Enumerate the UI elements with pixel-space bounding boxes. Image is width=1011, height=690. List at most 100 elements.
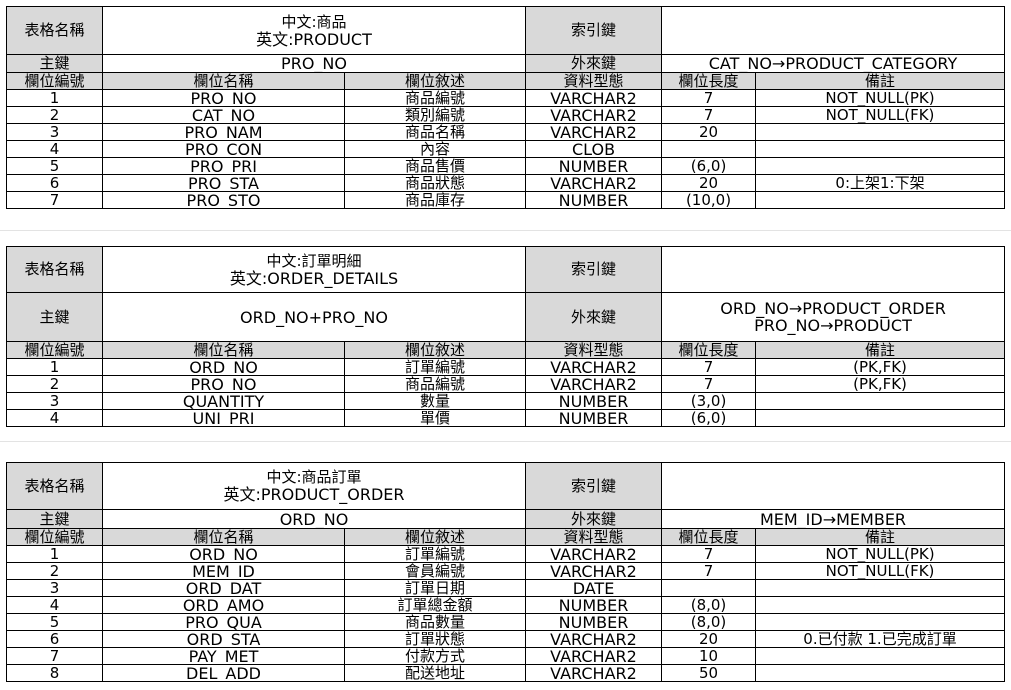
col-desc-header: 欄位敘述 <box>343 72 527 90</box>
table-name-value: 中文:商品訂單 英文:PRODUCT_ORDER <box>102 462 526 510</box>
cell-no: 5 <box>6 157 103 175</box>
cell-no: 1 <box>6 545 103 563</box>
table-row: 5 PRO_QUA 商品數量 NUMBER (8,0) <box>6 613 1005 631</box>
column-header-row: 欄位編號 欄位名稱 欄位敘述 資料型態 欄位長度 備註 <box>6 72 1006 90</box>
cell-type: NUMBER <box>525 191 663 209</box>
col-len-header: 欄位長度 <box>661 72 757 90</box>
cell-desc: 付款方式 <box>344 647 526 665</box>
col-name-header: 欄位名稱 <box>102 72 345 90</box>
cell-no: 4 <box>6 409 103 427</box>
cell-note: NOT_NULL(PK) <box>755 545 1005 563</box>
cell-no: 4 <box>6 140 103 158</box>
table-name-row: 表格名稱 中文:商品訂單 英文:PRODUCT_ORDER 索引鍵 <box>6 462 1005 510</box>
foreign-key-value: MEM_ID→MEMBER <box>661 509 1005 529</box>
cell-note: 0:上架1:下架 <box>755 174 1006 192</box>
cell-type: VARCHAR2 <box>525 630 662 648</box>
cell-name: PRO_STA <box>102 174 345 192</box>
cell-desc: 配送地址 <box>344 664 526 682</box>
cell-desc: 商品編號 <box>343 375 527 393</box>
cell-desc: 訂單日期 <box>344 579 526 597</box>
cell-note <box>755 392 1006 410</box>
table-separator <box>0 230 1011 231</box>
table-name-zh: 中文:商品 <box>281 12 347 31</box>
table-row: 3 ORD_DAT 訂單日期 DATE <box>6 579 1005 597</box>
primary-key-value: PRO_NO <box>101 54 527 73</box>
key-row: 主鍵 ORD_NO 外來鍵 MEM_ID→MEMBER <box>6 509 1005 529</box>
cell-length: (6,0) <box>661 409 757 427</box>
key-row: 主鍵 PRO_NO 外來鍵 CAT_NO→PRODUCT_CATEGORY <box>6 54 1006 73</box>
cell-no: 7 <box>6 647 103 665</box>
cell-desc: 內容 <box>343 140 527 158</box>
table-name-label: 表格名稱 <box>6 246 103 293</box>
col-no-header: 欄位編號 <box>6 341 103 359</box>
cell-note <box>755 409 1006 427</box>
table-name-en: 英文:ORDER_DETAILS <box>229 268 399 288</box>
cell-length: (3,0) <box>661 392 757 410</box>
foreign-key-item: CAT_NO→PRODUCT_CATEGORY <box>708 54 958 73</box>
cell-type: NUMBER <box>525 596 662 614</box>
table-name-zh: 中文:訂單明細 <box>266 251 362 270</box>
cell-no: 6 <box>6 630 103 648</box>
table-separator <box>0 441 1011 442</box>
table-name-zh: 中文:商品訂單 <box>266 468 362 486</box>
cell-type: NUMBER <box>525 392 663 410</box>
cell-note: NOT_NULL(PK) <box>755 89 1006 107</box>
cell-length: 7 <box>661 545 756 563</box>
cell-desc: 商品售價 <box>343 157 527 175</box>
cell-note <box>755 123 1006 141</box>
table-row: 7 PAY_MET 付款方式 VARCHAR2 10 <box>6 647 1005 665</box>
cell-name: QUANTITY <box>102 392 345 410</box>
cell-desc: 商品數量 <box>344 613 526 631</box>
col-type-header: 資料型態 <box>525 341 663 359</box>
cell-type: NUMBER <box>525 409 663 427</box>
table-name-label: 表格名稱 <box>6 462 103 510</box>
cell-name: PRO_PRI <box>102 157 345 175</box>
cell-name: ORD_NO <box>102 545 345 563</box>
key-row: 主鍵 ORD_NO+PRO_NO 外來鍵 ORD_NO→PRODUCT_ORDER PR… <box>6 292 1006 342</box>
table-row: 8 DEL_ADD 配送地址 VARCHAR2 50 <box>6 664 1005 682</box>
primary-key-value: ORD_NO <box>102 509 526 529</box>
table-name-row: 表格名稱 中文:訂單明細 英文:ORDER_DETAILS 索引鍵 <box>6 246 1006 293</box>
cell-note: 0.已付款 1.已完成訂單 <box>755 630 1005 648</box>
primary-key-label: 主鍵 <box>6 509 103 529</box>
cell-desc: 商品庫存 <box>343 191 527 209</box>
cell-no: 5 <box>6 613 103 631</box>
cell-note: NOT_NULL(FK) <box>755 562 1005 580</box>
cell-length <box>661 579 756 597</box>
cell-desc: 類別編號 <box>343 106 527 124</box>
schema-table: 表格名稱 中文:商品 英文:PRODUCT 索引鍵 主鍵 PRO_NO 外來鍵 CAT_NO→… <box>6 6 1006 209</box>
index-key-label: 索引鍵 <box>525 462 662 510</box>
cell-name: MEM_ID <box>102 562 345 580</box>
cell-length: 20 <box>661 123 757 141</box>
table-row: 2 PRO_NO 商品編號 VARCHAR2 7 (PK,FK) <box>6 375 1006 393</box>
cell-name: ORD_STA <box>102 630 345 648</box>
cell-no: 7 <box>6 191 103 209</box>
cell-desc: 商品名稱 <box>343 123 527 141</box>
foreign-key-label: 外來鍵 <box>525 509 662 529</box>
cell-length: 10 <box>661 647 756 665</box>
cell-length: 7 <box>661 89 757 107</box>
cell-type: NUMBER <box>525 613 662 631</box>
cell-note: NOT_NULL(FK) <box>755 106 1006 124</box>
cell-name: PRO_NO <box>102 89 345 107</box>
column-header-row: 欄位編號 欄位名稱 欄位敘述 資料型態 欄位長度 備註 <box>6 341 1006 359</box>
cell-note <box>755 647 1005 665</box>
cell-no: 2 <box>6 375 103 393</box>
table-name-value: 中文:商品 英文:PRODUCT <box>101 6 527 55</box>
table-name-en: 英文:PRODUCT <box>256 29 372 49</box>
cell-note <box>755 191 1006 209</box>
table-row: 4 ORD_AMO 訂單總金額 NUMBER (8,0) <box>6 596 1005 614</box>
table-name-value: 中文:訂單明細 英文:ORDER_DETAILS <box>101 246 527 293</box>
table-row: 3 QUANTITY 數量 NUMBER (3,0) <box>6 392 1006 410</box>
cell-no: 6 <box>6 174 103 192</box>
foreign-key-item: PRO_NO→PRODUCT <box>754 316 912 335</box>
cell-note <box>755 613 1005 631</box>
cell-length: 7 <box>661 106 757 124</box>
table-name-en: 英文:PRODUCT_ORDER <box>223 485 405 504</box>
cell-name: PAY_MET <box>102 647 345 665</box>
cell-no: 3 <box>6 123 103 141</box>
cell-name: PRO_QUA <box>102 613 345 631</box>
table-row: 4 PRO_CON 內容 CLOB <box>6 140 1006 158</box>
cell-length <box>661 140 757 158</box>
foreign-key-value: CAT_NO→PRODUCT_CATEGORY <box>661 54 1006 73</box>
